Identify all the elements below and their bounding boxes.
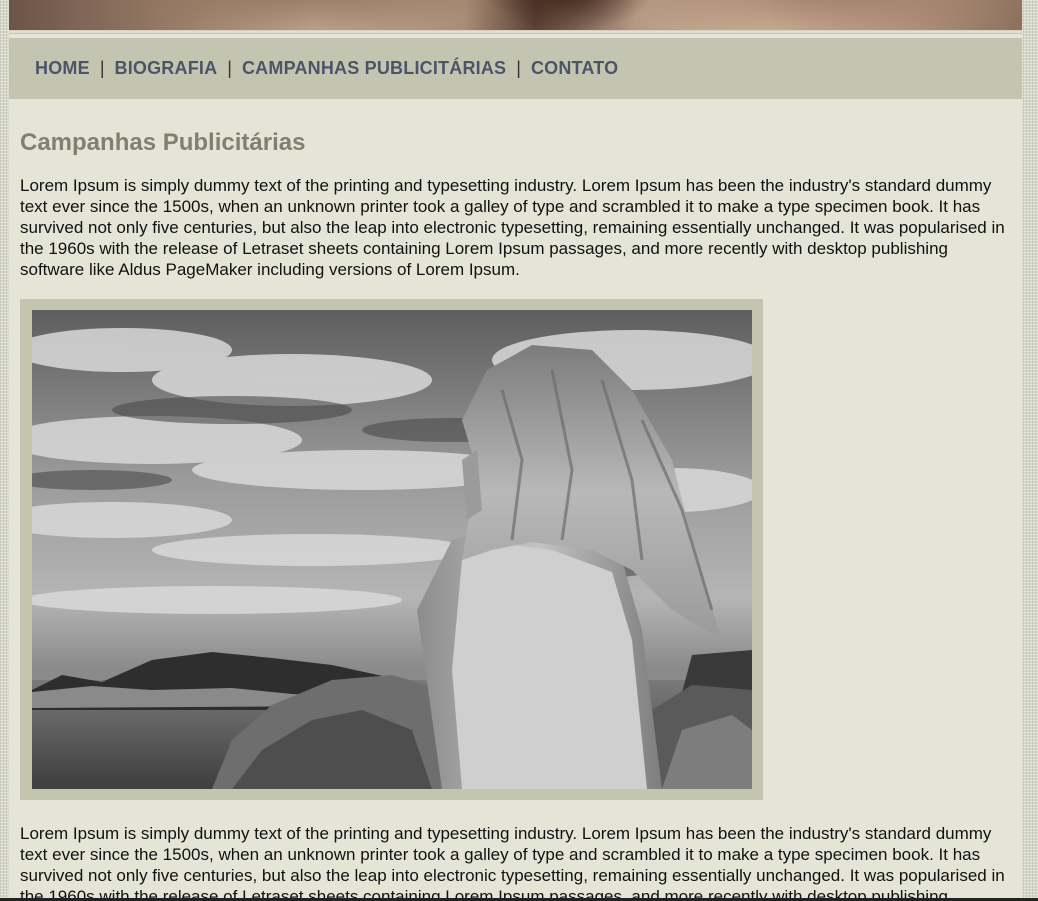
campaign-photo: [32, 310, 752, 789]
second-paragraph: Lorem Ipsum is simply dummy text of the …: [20, 824, 1005, 901]
photo-frame: [20, 299, 763, 800]
page-title: Campanhas Publicitárias: [20, 129, 306, 156]
main-navigation: HOME | BIOGRAFIA | CAMPANHAS PUBLICITÁRI…: [9, 38, 1022, 99]
nav-link-home[interactable]: HOME: [35, 58, 90, 79]
nav-separator: |: [99, 58, 105, 78]
nav-link-campanhas-publicitarias[interactable]: CAMPANHAS PUBLICITÁRIAS: [242, 58, 506, 79]
header-banner-image: [9, 0, 1022, 34]
intro-paragraph: Lorem Ipsum is simply dummy text of the …: [20, 176, 1005, 279]
nav-separator: |: [516, 58, 521, 78]
nav-separator: |: [227, 58, 232, 78]
nav-link-contato[interactable]: CONTATO: [531, 58, 618, 79]
page-wrapper: HOME | BIOGRAFIA | CAMPANHAS PUBLICITÁRI…: [9, 0, 1022, 901]
nav-link-biografia[interactable]: BIOGRAFIA: [115, 58, 218, 79]
main-content: Campanhas Publicitárias Lorem Ipsum is s…: [20, 100, 1010, 901]
header-banner-edge: [9, 30, 1022, 34]
